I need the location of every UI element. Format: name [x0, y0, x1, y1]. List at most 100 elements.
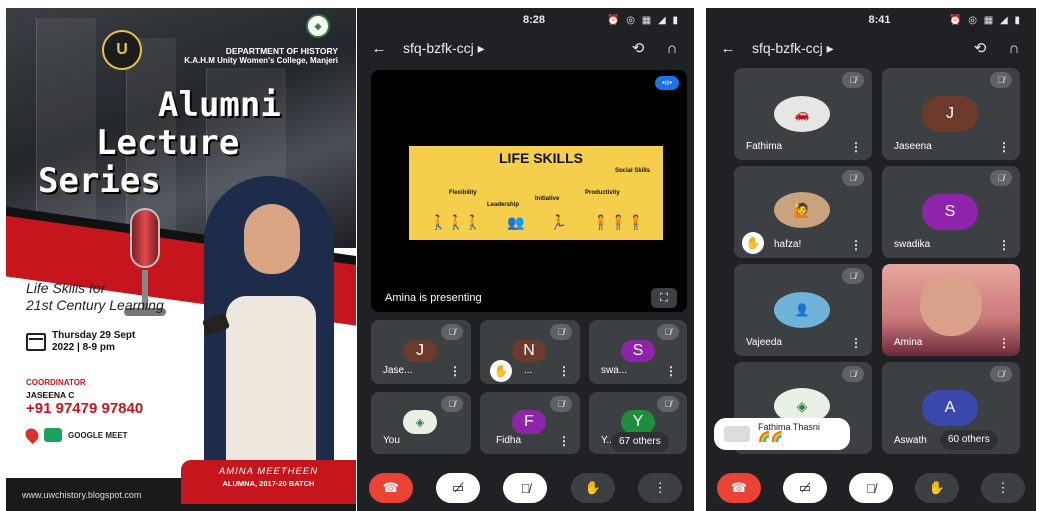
more-vertical-icon[interactable]: ⋮	[981, 473, 1025, 503]
mic-off-icon: 🎙̸	[842, 72, 864, 88]
meet-screen-presenting: 8:28 ⏰ ◎ ▦ ◢ ▮ ← sfq-bzfk-ccj ▸ ⟲ ∩ •ıı•…	[357, 8, 694, 511]
switch-camera-icon[interactable]: ⟲	[628, 39, 648, 57]
speaker-photo	[186, 176, 356, 476]
status-icons: ⏰ ◎ ▦ ◢ ▮	[949, 14, 1022, 26]
raise-hand-icon: ✋	[742, 232, 764, 254]
google-meet-icon	[44, 428, 62, 442]
participant-tile[interactable]: 🎙̸ S swa... ⋮	[589, 320, 687, 384]
participant-video-face	[920, 274, 982, 336]
headphones-icon[interactable]: ∩	[1004, 40, 1024, 57]
participant-tile[interactable]: 🎙̸ A Aswath 60 others	[882, 362, 1020, 454]
toast-name: Fathima Thasni	[758, 422, 820, 432]
website-url: www.uwchistory.blogspot.com	[6, 478, 186, 511]
more-vertical-icon[interactable]: ⋮	[998, 140, 1010, 154]
participant-name: ...	[524, 365, 533, 376]
participant-tile[interactable]: 🎙̸ 🚗 Fathima ⋮	[734, 68, 872, 160]
participant-video-tile[interactable]: Amina ⋮	[882, 264, 1020, 356]
headphones-icon[interactable]: ∩	[662, 40, 682, 57]
rainbow-emoji-icon: 🌈🌈	[758, 432, 783, 443]
mic-off-icon[interactable]: 🎙̸	[849, 473, 893, 503]
participant-name: swadika	[894, 239, 931, 250]
arrow-left-icon[interactable]: ←	[718, 40, 738, 57]
calendar-icon	[26, 333, 46, 351]
more-vertical-icon[interactable]: ⋮	[998, 238, 1010, 252]
slide-label: Flexibility	[449, 190, 477, 196]
participant-tile[interactable]: 🎙̸ N ✋ ... ⋮	[480, 320, 580, 384]
call-controls: ☎ ▭̸ 🎙̸ ✋ ⋮	[357, 473, 694, 503]
others-count[interactable]: 67 others	[611, 432, 669, 452]
slide-figures: 🚶🚶🚶 👥 🏃 🧍🧍🧍	[429, 214, 645, 230]
college-emblem-icon: ◈	[306, 14, 330, 38]
raise-hand-icon[interactable]: ✋	[570, 473, 615, 503]
more-vertical-icon[interactable]: ⋮	[558, 364, 570, 378]
raise-hand-icon[interactable]: ✋	[915, 473, 959, 503]
slide-label: Productivity	[585, 190, 620, 196]
more-vertical-icon[interactable]: ⋮	[850, 140, 862, 154]
others-count[interactable]: 60 others	[940, 430, 998, 450]
participant-tile[interactable]: 🎙̸ 👤 Vajeeda ⋮	[734, 264, 872, 356]
poster-subtitle: Life Skills for 21st Century Learning	[26, 280, 164, 313]
switch-camera-icon[interactable]: ⟲	[970, 39, 990, 57]
more-vertical-icon[interactable]: ⋮	[850, 238, 862, 252]
meeting-header: ← sfq-bzfk-ccj ▸ ⟲ ∩	[706, 32, 1036, 64]
end-call-icon[interactable]: ☎	[717, 473, 761, 503]
participant-avatar: S	[621, 340, 655, 362]
event-date: Thursday 29 Sept 2022 | 8-9 pm	[26, 330, 135, 354]
participant-avatar: S	[922, 194, 978, 230]
meeting-code[interactable]: sfq-bzfk-ccj ▸	[403, 40, 614, 57]
coordinator-phone: +91 97479 97840	[26, 400, 144, 417]
slide-label: Social Skills	[615, 168, 651, 174]
speaker-name-box: AMINA MEETHEEN ALUMNA, 2017-20 BATCH	[181, 460, 356, 504]
mic-off-icon: 🎙̸	[842, 170, 864, 186]
more-vertical-icon[interactable]: ⋮	[665, 364, 677, 378]
presentation-tile[interactable]: •ıı• LIFE SKILLS Flexibility Leadership …	[371, 70, 687, 312]
participant-avatar: J	[922, 96, 978, 132]
participant-name: Aswath	[894, 435, 927, 446]
mic-off-icon: 🎙̸	[441, 396, 463, 412]
platform-info: GOOGLE MEET	[22, 425, 128, 445]
participant-avatar: J	[403, 340, 437, 362]
clock: 8:41	[868, 14, 891, 26]
participant-tile[interactable]: 🎙̸ S swadika ⋮	[882, 166, 1020, 258]
more-vertical-icon[interactable]: ⋮	[558, 434, 570, 448]
more-vertical-icon[interactable]: ⋮	[449, 364, 461, 378]
participant-name: Jase...	[383, 365, 413, 376]
arrow-left-icon[interactable]: ←	[369, 40, 389, 57]
platform-label: GOOGLE MEET	[68, 430, 128, 440]
clock: 8:28	[523, 14, 546, 26]
participant-tile[interactable]: 🎙̸ Y Y... 67 others	[589, 392, 687, 454]
mic-off-icon: 🎙̸	[990, 170, 1012, 186]
call-controls: ☎ ▭̸ 🎙̸ ✋ ⋮	[706, 473, 1036, 503]
participant-name: hafza!	[774, 239, 802, 250]
more-vertical-icon[interactable]: ⋮	[850, 336, 862, 350]
camera-off-icon[interactable]: ▭̸	[436, 473, 481, 503]
participant-tile[interactable]: 🎙̸ J Jase... ⋮	[371, 320, 471, 384]
end-call-icon[interactable]: ☎	[368, 473, 413, 503]
college-emblem-avatar-icon: ◈	[403, 410, 437, 434]
participant-tile[interactable]: 🎙̸ J Jaseena ⋮	[882, 68, 1020, 160]
participant-name: swa...	[601, 365, 628, 376]
mic-off-icon: 🎙̸	[990, 72, 1012, 88]
participant-tile[interactable]: 🎙̸ F Fidha ⋮	[480, 392, 580, 454]
participant-photo-avatar: 🙋	[774, 192, 830, 228]
participant-name: Fidha	[496, 435, 522, 446]
mic-off-icon[interactable]: 🎙̸	[503, 473, 548, 503]
participant-name: Amina	[894, 337, 923, 348]
audio-level-icon: •ıı•	[655, 76, 679, 90]
slide-label: Leadership	[487, 202, 520, 208]
more-vertical-icon[interactable]: ⋮	[638, 473, 683, 503]
fullscreen-icon[interactable]: ⛶	[651, 288, 677, 308]
meeting-header: ← sfq-bzfk-ccj ▸ ⟲ ∩	[357, 32, 694, 64]
mic-off-icon: 🎙̸	[550, 324, 572, 340]
participant-avatar: N	[512, 340, 546, 362]
camera-off-icon[interactable]: ▭̸	[783, 473, 827, 503]
mic-off-icon: 🎙̸	[441, 324, 463, 340]
more-vertical-icon[interactable]: ⋮	[998, 336, 1010, 350]
participant-tile[interactable]: 🎙̸ 🙋 ✋ hafza! ⋮	[734, 166, 872, 258]
participant-avatar: F	[512, 410, 546, 434]
coordinator-label: COORDINATOR	[26, 378, 86, 387]
participant-tile-self[interactable]: 🎙̸ ◈ You	[371, 392, 471, 454]
participant-avatar: A	[922, 390, 978, 426]
meeting-code[interactable]: sfq-bzfk-ccj ▸	[752, 40, 956, 57]
mic-off-icon: 🎙̸	[550, 396, 572, 412]
